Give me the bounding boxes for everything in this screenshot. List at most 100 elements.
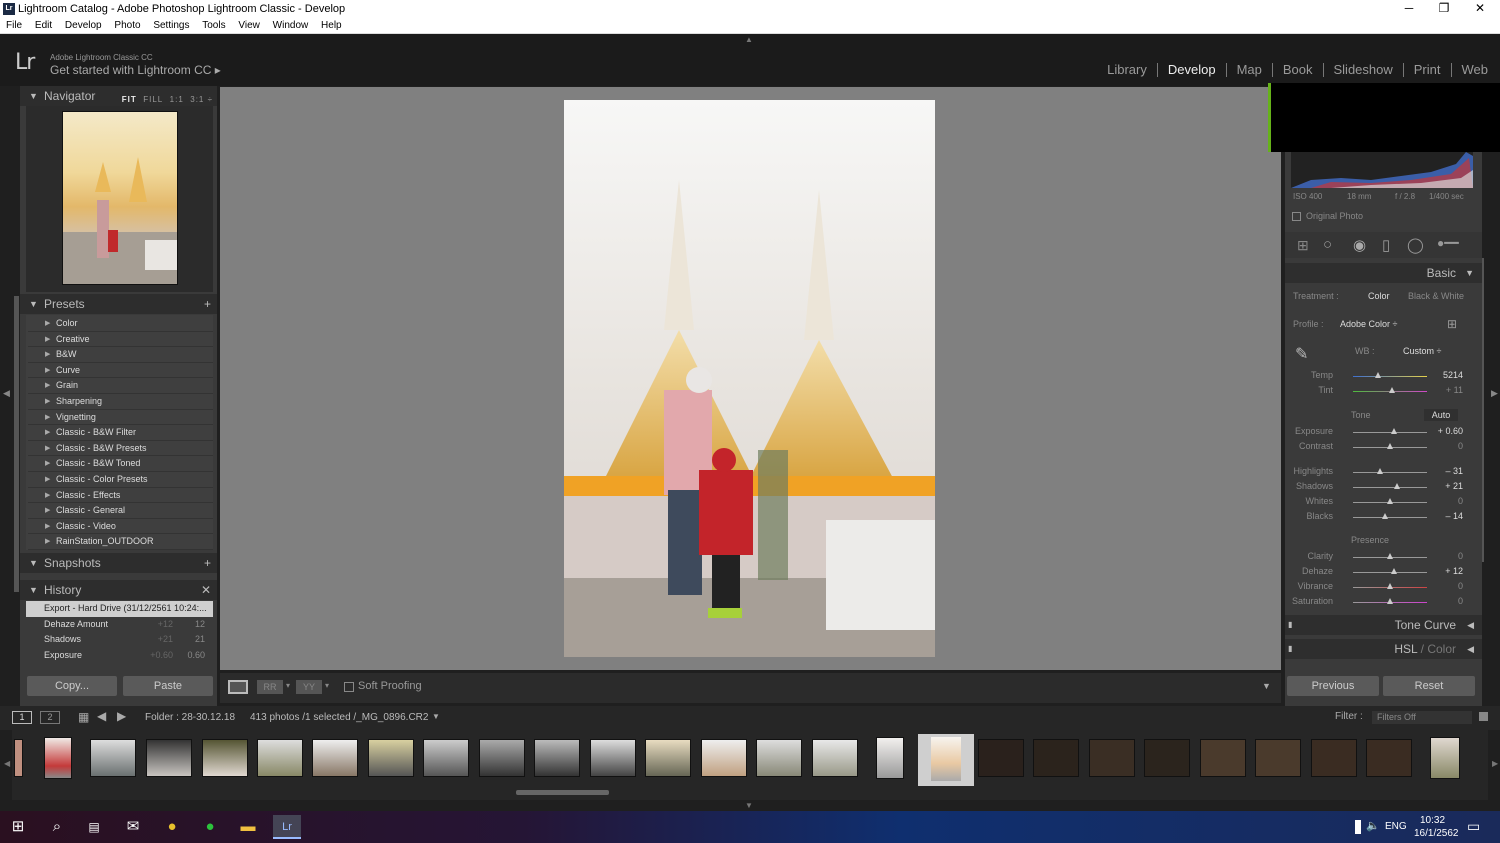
selected-thumbnail-frame[interactable] xyxy=(918,734,974,786)
clarity-value[interactable]: 0 xyxy=(1433,551,1463,561)
highlights-value[interactable]: – 31 xyxy=(1433,466,1463,476)
exposure-slider-thumb[interactable] xyxy=(1391,428,1397,434)
module-web[interactable]: Web xyxy=(1452,63,1500,77)
graduated-filter-icon[interactable]: ▯ xyxy=(1382,236,1390,254)
shadows-slider[interactable] xyxy=(1353,487,1427,488)
zoom-1-1[interactable]: 1:1 xyxy=(170,95,184,104)
before-after-icon[interactable]: RR xyxy=(257,680,283,694)
collapse-top-arrow[interactable]: ▲ xyxy=(745,35,753,44)
menu-tools[interactable]: Tools xyxy=(202,18,225,33)
history-item[interactable]: Shadows +21 21 xyxy=(26,632,213,648)
preset-folder[interactable]: ▶ Classic - B&W Presets xyxy=(28,441,213,457)
filmstrip-thumbnail[interactable] xyxy=(812,739,858,777)
filmstrip-thumbnail[interactable] xyxy=(701,739,747,777)
filmstrip-thumbnail[interactable] xyxy=(312,739,358,777)
selected-thumbnail[interactable] xyxy=(931,737,961,781)
windows-start-icon[interactable]: ⊞ xyxy=(4,815,32,839)
exposure-slider[interactable] xyxy=(1353,432,1427,433)
filmstrip-thumbnail[interactable] xyxy=(1366,739,1412,777)
panel-switch-icon[interactable]: ▮ xyxy=(1288,639,1292,659)
dropdown-arrow-icon[interactable]: ▾ xyxy=(286,681,290,690)
filmstrip-thumbnail[interactable] xyxy=(876,737,904,779)
tint-value[interactable]: + 11 xyxy=(1433,385,1463,395)
history-item[interactable]: Export - Hard Drive (31/12/2561 10:24:..… xyxy=(26,601,213,617)
filmstrip-thumbnail[interactable] xyxy=(423,739,469,777)
paste-settings-button[interactable]: Paste xyxy=(123,676,213,696)
reset-button[interactable]: Reset xyxy=(1383,676,1475,696)
zoom-fit[interactable]: FIT xyxy=(122,95,137,104)
filmstrip-thumbnail[interactable] xyxy=(1200,739,1246,777)
preset-folder[interactable]: ▶ Grain xyxy=(28,378,213,394)
preset-folder[interactable]: ▶ Curve xyxy=(28,363,213,379)
clarity-slider-thumb[interactable] xyxy=(1387,553,1393,559)
navigator-preview[interactable] xyxy=(62,111,178,285)
dehaze-slider[interactable] xyxy=(1353,572,1427,573)
toolbar-menu-icon[interactable]: ▼ xyxy=(1262,681,1271,691)
contrast-slider-thumb[interactable] xyxy=(1387,443,1393,449)
task-view-icon[interactable]: ▤ xyxy=(80,815,108,839)
temp-slider[interactable] xyxy=(1353,376,1427,377)
second-window-button[interactable]: 2 xyxy=(40,711,60,724)
language-indicator[interactable]: ENG xyxy=(1385,821,1407,832)
preset-folder[interactable]: ▶ Classic - Video xyxy=(28,519,213,535)
profile-dropdown[interactable]: Adobe Color ÷ xyxy=(1340,319,1397,329)
history-header[interactable]: ▼ History ✕ xyxy=(20,580,217,600)
history-item[interactable]: Dehaze Amount +12 12 xyxy=(26,617,213,633)
close-button[interactable]: ✕ xyxy=(1465,1,1495,15)
module-library[interactable]: Library xyxy=(1097,63,1158,77)
filmstrip-thumbnail[interactable] xyxy=(90,739,136,777)
red-eye-icon[interactable]: ◉ xyxy=(1353,236,1366,254)
filmstrip-thumbnail[interactable] xyxy=(257,739,303,777)
menu-window[interactable]: Window xyxy=(273,18,309,33)
blacks-value[interactable]: – 14 xyxy=(1433,511,1463,521)
filmstrip-thumbnail[interactable] xyxy=(202,739,248,777)
zoom-fill[interactable]: FILL xyxy=(143,95,163,104)
grid-view-icon[interactable]: ▦ xyxy=(78,710,89,724)
spot-removal-icon[interactable]: ○ xyxy=(1323,236,1332,253)
filmstrip-thumbnail[interactable] xyxy=(978,739,1024,777)
preset-folder[interactable]: ▶ Color xyxy=(28,316,213,332)
menu-settings[interactable]: Settings xyxy=(153,18,189,33)
filmstrip-thumbnail[interactable] xyxy=(1430,737,1460,779)
search-icon[interactable]: ⌕ xyxy=(43,815,71,839)
navigator-header[interactable]: ▼ Navigator FIT FILL 1:1 3:1 ÷ xyxy=(20,86,217,106)
maximize-button[interactable]: ❐ xyxy=(1429,1,1459,15)
collapse-bottom-arrow[interactable]: ▼ xyxy=(745,801,753,810)
module-slideshow[interactable]: Slideshow xyxy=(1324,63,1404,77)
blacks-slider[interactable] xyxy=(1353,517,1427,518)
tone-curve-header[interactable]: ▮ Tone Curve ◀ xyxy=(1285,615,1482,635)
menu-file[interactable]: File xyxy=(6,18,22,33)
lightroom-taskbar-icon[interactable]: Lr xyxy=(273,815,301,839)
filter-dropdown[interactable]: Filters Off xyxy=(1372,711,1472,724)
wb-eyedropper-icon[interactable]: ✎ xyxy=(1295,344,1308,364)
photo-count[interactable]: 413 photos /1 selected /_MG_0896.CR2 xyxy=(250,712,428,723)
highlights-slider[interactable] xyxy=(1353,472,1427,473)
histogram[interactable] xyxy=(1291,150,1473,188)
add-snapshot-button[interactable]: + xyxy=(204,553,211,573)
saturation-slider-thumb[interactable] xyxy=(1387,598,1393,604)
filmstrip-left-arrow[interactable]: ◀ xyxy=(4,759,10,768)
filmstrip-thumbnail[interactable] xyxy=(14,739,23,777)
adjustment-brush-icon[interactable]: ●━━ xyxy=(1437,236,1459,250)
menu-edit[interactable]: Edit xyxy=(35,18,52,33)
preset-folder[interactable]: ▶ Classic - B&W Filter xyxy=(28,425,213,441)
clear-history-button[interactable]: ✕ xyxy=(201,580,211,600)
line-icon[interactable]: ● xyxy=(196,815,224,839)
volume-icon[interactable]: 🔈 xyxy=(1366,819,1380,832)
loupe-view-icon[interactable] xyxy=(228,680,248,694)
preset-folder[interactable]: ▶ Classic - General xyxy=(28,503,213,519)
filmstrip-right-arrow[interactable]: ▶ xyxy=(1492,759,1498,768)
soft-proofing-checkbox[interactable] xyxy=(344,682,354,692)
dropdown-arrow-icon[interactable]: ▼ xyxy=(432,712,440,721)
preset-folder[interactable]: ▶ Classic - Effects xyxy=(28,488,213,504)
auto-tone-button[interactable]: Auto xyxy=(1424,409,1458,421)
menu-help[interactable]: Help xyxy=(321,18,342,33)
filmstrip-thumbnail[interactable] xyxy=(44,737,72,779)
chrome-icon[interactable]: ● xyxy=(158,815,186,839)
dropdown-arrow-icon[interactable]: ▾ xyxy=(325,681,329,690)
left-panel-toggle[interactable]: ◀ xyxy=(3,388,10,399)
exposure-value[interactable]: + 0.60 xyxy=(1433,426,1463,436)
vibrance-slider-thumb[interactable] xyxy=(1387,583,1393,589)
module-map[interactable]: Map xyxy=(1227,63,1273,77)
tint-slider-thumb[interactable] xyxy=(1389,387,1395,393)
